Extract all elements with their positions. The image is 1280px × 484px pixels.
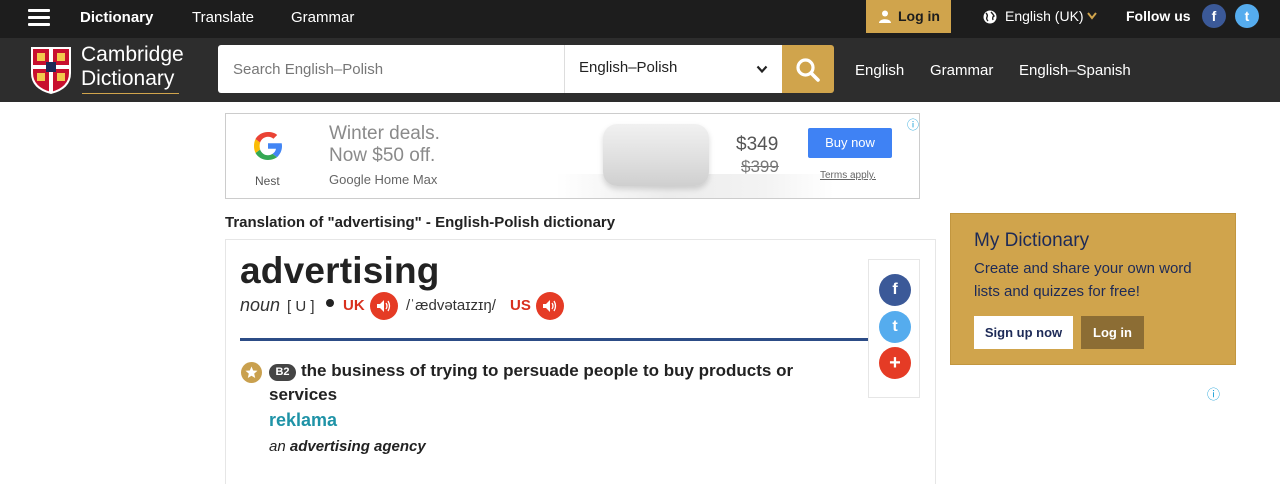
us-label: US <box>510 297 531 314</box>
follow-us-label: Follow us <box>1126 8 1191 24</box>
definition-text: the business of trying to persuade peopl… <box>269 361 794 404</box>
my-dictionary-description: Create and share your own word lists and… <box>974 260 1192 300</box>
header-nav-english-spanish[interactable]: English–Spanish <box>1019 62 1131 79</box>
share-twitter-icon[interactable]: t <box>879 311 911 343</box>
example-sentence: an advertising agency <box>269 438 426 455</box>
my-dictionary-title: My Dictionary <box>974 230 1090 251</box>
ad-headline-line-2: Now $50 off. <box>329 145 436 166</box>
example-bold: advertising agency <box>289 438 426 455</box>
ad-brand-caption: Nest <box>255 174 280 188</box>
level-badge: B2 <box>269 364 296 381</box>
translation-text: reklama <box>269 410 338 430</box>
ad-terms-link[interactable]: Terms apply. <box>820 170 876 181</box>
search-icon <box>796 58 820 82</box>
sidebar-ad-info-icon[interactable]: ⓘ <box>1207 384 1220 403</box>
site-header: Cambridge Dictionary English–Polish Engl… <box>0 38 1280 102</box>
pos-line: noun [ U ] UK /ˈædvətaɪzɪŋ/ US <box>240 292 640 320</box>
twitter-icon[interactable]: t <box>1235 4 1259 28</box>
language-label: English (UK) <box>1005 8 1084 24</box>
grammar-code: [ U ] <box>287 298 315 315</box>
login-label: Log in <box>898 8 940 24</box>
search-button[interactable] <box>782 45 834 93</box>
headword: advertising <box>240 250 440 291</box>
chevron-down-icon <box>756 65 768 74</box>
pronunciation-ipa: /ˈædvətaɪzɪŋ/ <box>406 297 496 314</box>
uk-label: UK <box>343 297 365 314</box>
my-dictionary-panel: My Dictionary Create and share your own … <box>950 213 1236 365</box>
ad-old-price: $399 <box>741 157 779 176</box>
globe-icon <box>983 10 997 24</box>
logo-line-1: Cambridge <box>81 43 184 66</box>
ad-price: $349 <box>736 134 779 155</box>
cambridge-crest-logo[interactable] <box>29 45 73 95</box>
entry-divider <box>240 338 870 341</box>
sign-up-button[interactable]: Sign up now <box>974 316 1073 349</box>
speaker-product-image <box>603 124 709 186</box>
example-prefix: an <box>269 438 286 455</box>
header-nav-grammar[interactable]: Grammar <box>930 62 993 79</box>
star-icon[interactable] <box>241 362 262 383</box>
advertisement-banner[interactable]: Nest Winter deals. Now $50 off. Google H… <box>225 113 920 199</box>
page-title: Translation of "advertising" - English-P… <box>225 214 616 231</box>
share-panel: f t + <box>868 259 920 398</box>
hamburger-icon[interactable] <box>28 9 50 27</box>
google-g-icon <box>254 132 282 160</box>
share-more-icon[interactable]: + <box>879 347 911 379</box>
logo-line-2: Dictionary <box>81 67 175 90</box>
topnav-translate[interactable]: Translate <box>192 0 254 38</box>
ad-info-icon[interactable]: ⓘ <box>907 116 919 133</box>
ad-product-name: Google Home Max <box>329 172 438 187</box>
search-field[interactable] <box>218 45 564 93</box>
us-audio-icon[interactable] <box>536 292 564 320</box>
dictionary-select[interactable]: English–Polish <box>564 45 782 93</box>
login-button[interactable]: Log in <box>866 0 951 33</box>
search-input[interactable] <box>218 45 564 93</box>
share-facebook-icon[interactable]: f <box>879 274 911 306</box>
site-logo-text[interactable]: Cambridge Dictionary <box>81 43 184 91</box>
topnav-grammar[interactable]: Grammar <box>291 0 354 38</box>
bullet-dot <box>326 299 334 307</box>
uk-audio-icon[interactable] <box>370 292 398 320</box>
dictionary-entry: advertising noun [ U ] UK /ˈædvətaɪzɪŋ/ … <box>225 239 936 484</box>
top-bar: Dictionary Translate Grammar Log in Engl… <box>0 0 1280 38</box>
facebook-icon[interactable]: f <box>1202 4 1226 28</box>
ad-buy-now-button[interactable]: Buy now <box>808 128 892 158</box>
topnav-dictionary[interactable]: Dictionary <box>80 0 153 38</box>
logo-underline <box>82 93 179 94</box>
header-nav-english[interactable]: English <box>855 62 904 79</box>
ad-headline-line-1: Winter deals. <box>329 123 440 144</box>
chevron-down-icon <box>1087 12 1097 20</box>
sidebar-login-button[interactable]: Log in <box>1081 316 1144 349</box>
dictionary-select-value: English–Polish <box>579 59 678 76</box>
ad-headline: Winter deals. Now $50 off. <box>329 123 440 167</box>
part-of-speech: noun <box>240 295 281 315</box>
user-lock-icon <box>879 10 891 23</box>
